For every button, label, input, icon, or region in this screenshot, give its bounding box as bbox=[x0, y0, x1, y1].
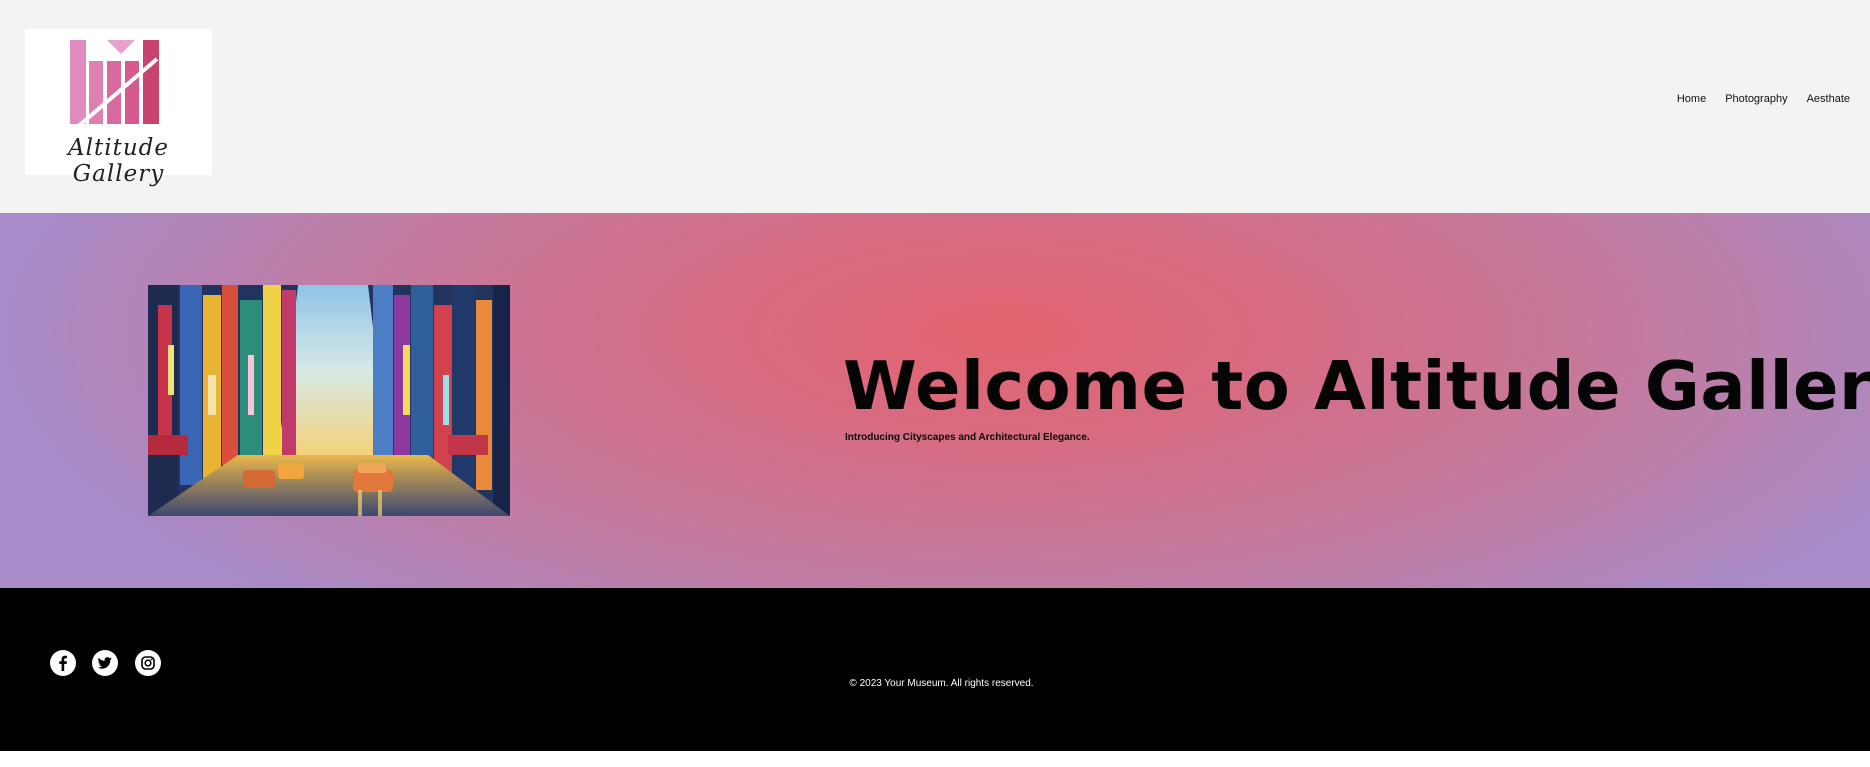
hero-subtitle: Introducing Cityscapes and Architectural… bbox=[845, 432, 1090, 443]
site-header: Altitude Gallery Home Photography Aestha… bbox=[0, 0, 1870, 213]
nav-photography[interactable]: Photography bbox=[1725, 93, 1787, 105]
logo-text: Altitude Gallery bbox=[68, 135, 169, 187]
main-nav: Home Photography Aesthate bbox=[1658, 93, 1850, 105]
logo-mark-icon bbox=[70, 40, 159, 131]
hero-title: Welcome to Altitude Gallery bbox=[843, 347, 1870, 425]
site-footer: © 2023 Your Museum. All rights reserved. bbox=[0, 588, 1870, 751]
instagram-icon[interactable] bbox=[135, 650, 161, 676]
facebook-icon[interactable] bbox=[50, 650, 76, 676]
hero-cityscape-image bbox=[148, 285, 510, 516]
gallery-logo[interactable]: Altitude Gallery bbox=[25, 29, 212, 187]
twitter-icon[interactable] bbox=[92, 650, 118, 676]
hero-section: Welcome to Altitude Gallery Introducing … bbox=[0, 213, 1870, 588]
nav-home[interactable]: Home bbox=[1677, 93, 1706, 105]
copyright-text: © 2023 Your Museum. All rights reserved. bbox=[849, 678, 1034, 689]
nav-aesthate[interactable]: Aesthate bbox=[1807, 93, 1850, 105]
